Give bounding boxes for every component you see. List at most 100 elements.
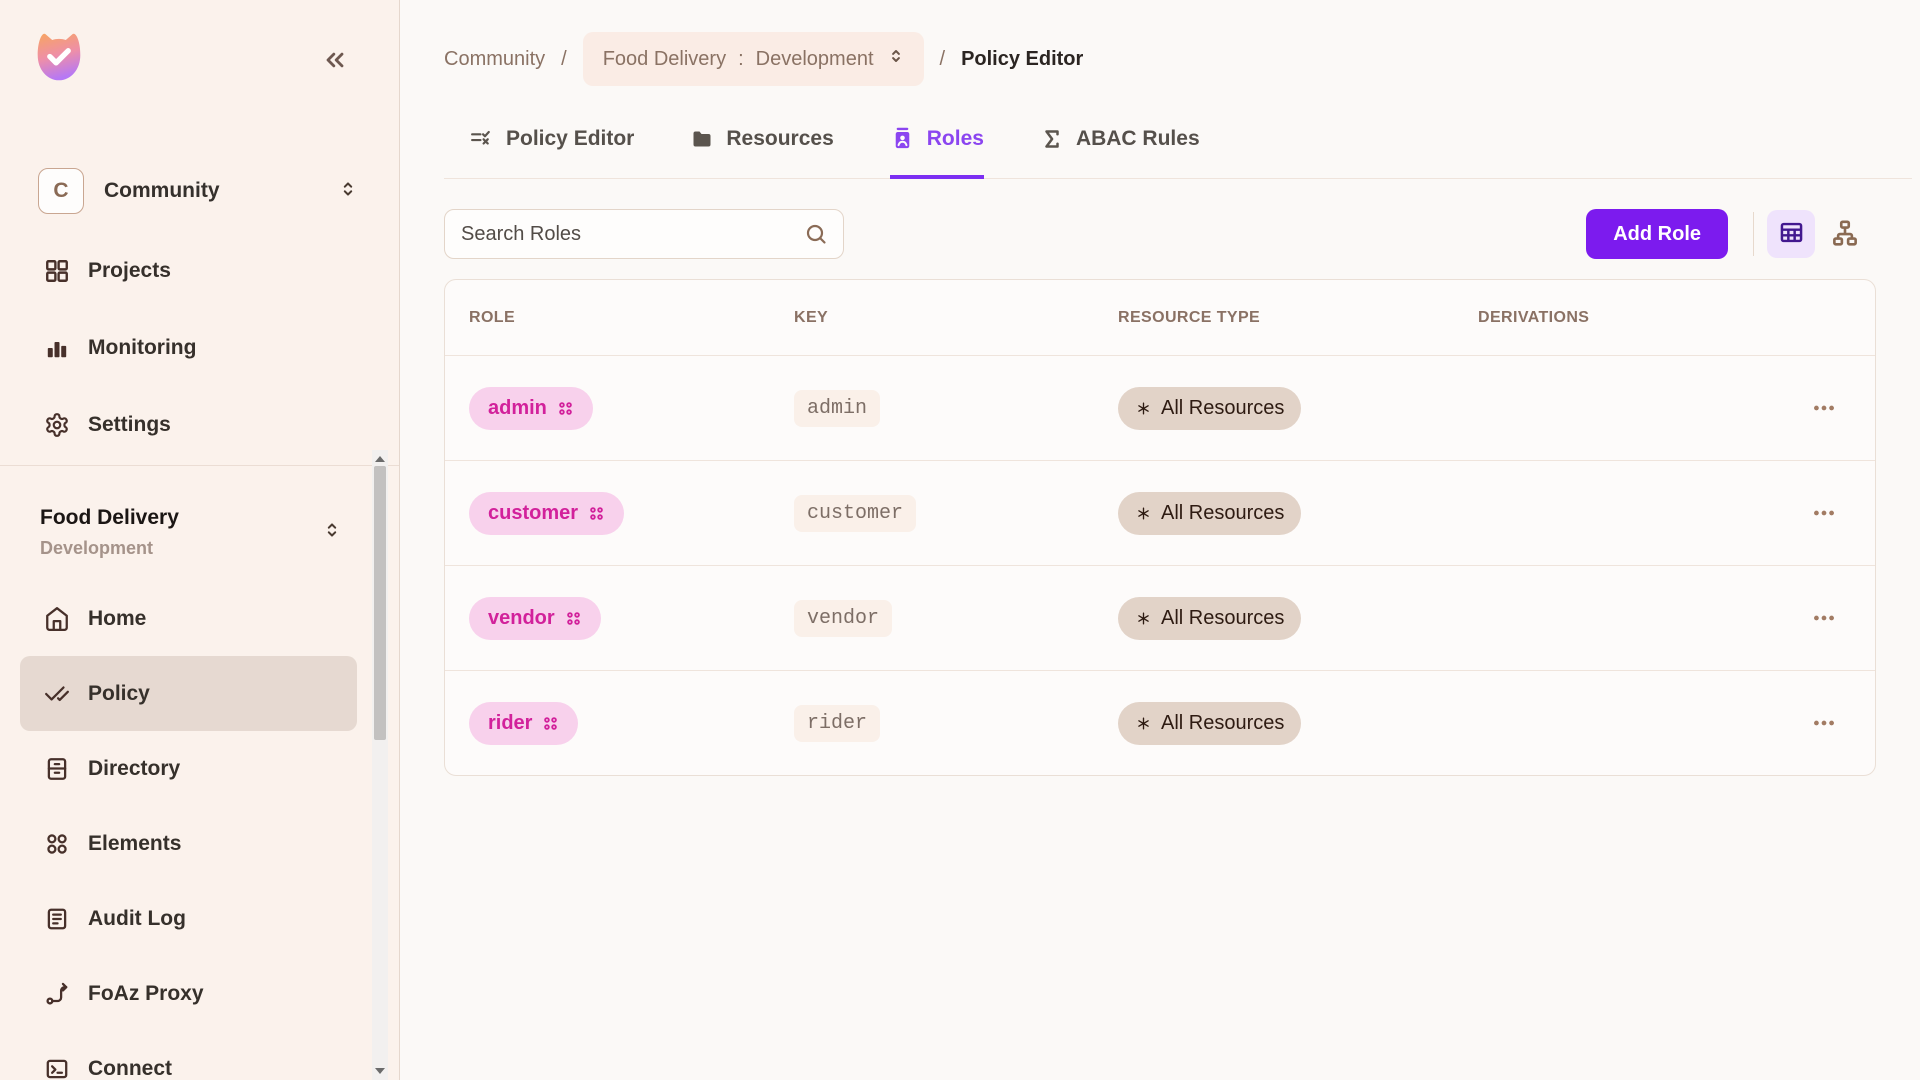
sidebar-scrollbar[interactable] [372,450,388,1080]
role-pill[interactable]: vendor [469,597,601,640]
role-pill[interactable]: customer [469,492,624,535]
role-name: customer [488,502,578,525]
route-arrow-icon [44,981,70,1007]
environment-name: Development [40,538,321,559]
row-actions-button[interactable] [1811,500,1837,526]
sidebar-divider [0,465,399,466]
breadcrumb-current-page: Policy Editor [961,48,1083,71]
roles-toolbar: Add Role [444,209,1912,259]
org-avatar: C [38,168,84,214]
table-row: customer customer All Resources [445,460,1875,565]
table-view-icon [1778,219,1805,249]
environment-nav: Home Policy Directory Elements [0,581,399,1080]
gear-icon [44,412,70,438]
tab-policy-editor[interactable]: Policy Editor [469,126,634,179]
role-pill[interactable]: rider [469,702,578,745]
breadcrumb-colon: : [738,48,744,71]
breadcrumb-separator: / [940,48,946,71]
table-header-row: ROLE KEY RESOURCE TYPE DERIVATIONS [445,280,1875,355]
sidebar-item-label: Directory [88,757,180,781]
breadcrumb-separator: / [561,48,567,71]
terminal-icon [44,1056,70,1080]
ellipsis-icon [1811,605,1837,631]
role-name: vendor [488,607,555,630]
chevrons-up-down-icon [321,519,343,546]
scroll-down-arrow-icon[interactable] [372,1064,388,1078]
org-name: Community [104,179,337,203]
column-header-key: KEY [794,309,1118,327]
ellipsis-icon [1811,395,1837,421]
sidebar-item-directory[interactable]: Directory [20,731,357,806]
add-role-button[interactable]: Add Role [1586,209,1728,259]
role-key: vendor [794,600,892,637]
breadcrumb-project: Food Delivery [603,48,726,71]
table-row: vendor vendor All Resources [445,565,1875,670]
resource-type-badge: All Resources [1118,492,1301,535]
id-badge-icon [890,126,915,151]
tab-abac-rules[interactable]: ABAC Rules [1040,127,1200,179]
command-circles-icon [542,715,559,732]
chevrons-up-down-icon [886,46,906,72]
role-name: rider [488,712,532,735]
resource-type-badge: All Resources [1118,702,1301,745]
column-header-resource-type: RESOURCE TYPE [1118,309,1478,327]
role-key: admin [794,390,880,427]
sidebar-item-connect[interactable]: Connect [20,1031,357,1080]
home-icon [44,606,70,632]
main-content: Community / Food Delivery : Development … [400,0,1920,1080]
org-switcher[interactable]: C Community [38,168,359,214]
asterisk-icon [1135,715,1152,732]
sidebar-item-label: Home [88,607,146,631]
list-checks-icon [469,126,494,151]
sidebar-item-settings[interactable]: Settings [0,386,399,463]
row-actions-button[interactable] [1811,710,1837,736]
sidebar-item-label: Audit Log [88,907,186,931]
search-roles-input[interactable] [444,209,844,259]
permit-cat-logo [26,26,92,88]
row-actions-button[interactable] [1811,605,1837,631]
asterisk-icon [1135,400,1152,417]
tree-view-button[interactable] [1828,210,1862,258]
tree-view-icon [1830,218,1860,251]
sidebar-item-audit-log[interactable]: Audit Log [20,881,357,956]
sidebar-item-label: Elements [88,832,181,856]
tab-roles[interactable]: Roles [890,126,984,179]
tab-label: Policy Editor [506,127,634,151]
command-circles-icon [565,610,582,627]
table-view-button[interactable] [1767,210,1815,258]
sidebar-item-elements[interactable]: Elements [20,806,357,881]
app-root: C Community Projects Monitoring [0,0,1920,1080]
project-name: Food Delivery [40,506,321,530]
workspace-nav: Projects Monitoring Settings [0,232,399,463]
sidebar-item-label: Projects [88,259,171,283]
breadcrumb-project-env-selector[interactable]: Food Delivery : Development [583,32,924,86]
sidebar-item-label: Policy [88,682,150,706]
role-name: admin [488,397,547,420]
project-switcher[interactable]: Food Delivery Development [40,506,343,559]
sidebar-item-label: Monitoring [88,336,196,360]
tab-label: ABAC Rules [1076,127,1200,151]
sidebar-item-policy[interactable]: Policy [20,656,357,731]
scroll-up-arrow-icon[interactable] [372,452,388,466]
breadcrumb-org-link[interactable]: Community [444,48,545,71]
sidebar-item-home[interactable]: Home [20,581,357,656]
sidebar-item-label: Connect [88,1057,172,1080]
column-header-role: ROLE [469,309,794,327]
breadcrumb: Community / Food Delivery : Development … [444,32,1912,86]
sidebar-collapse-button[interactable] [321,46,349,77]
folder-icon [690,127,714,151]
table-row: admin admin All Resources [445,355,1875,460]
circles-grid-icon [44,831,70,857]
scrollbar-thumb[interactable] [374,466,386,740]
role-key: rider [794,705,880,742]
asterisk-icon [1135,505,1152,522]
sidebar-item-label: Settings [88,413,171,437]
sidebar-item-monitoring[interactable]: Monitoring [0,309,399,386]
sidebar-item-foaz-proxy[interactable]: FoAz Proxy [20,956,357,1031]
role-pill[interactable]: admin [469,387,593,430]
tab-label: Resources [726,127,833,151]
row-actions-button[interactable] [1811,395,1837,421]
roles-table: ROLE KEY RESOURCE TYPE DERIVATIONS admin… [444,279,1876,776]
tab-resources[interactable]: Resources [690,127,833,179]
sidebar-item-projects[interactable]: Projects [0,232,399,309]
